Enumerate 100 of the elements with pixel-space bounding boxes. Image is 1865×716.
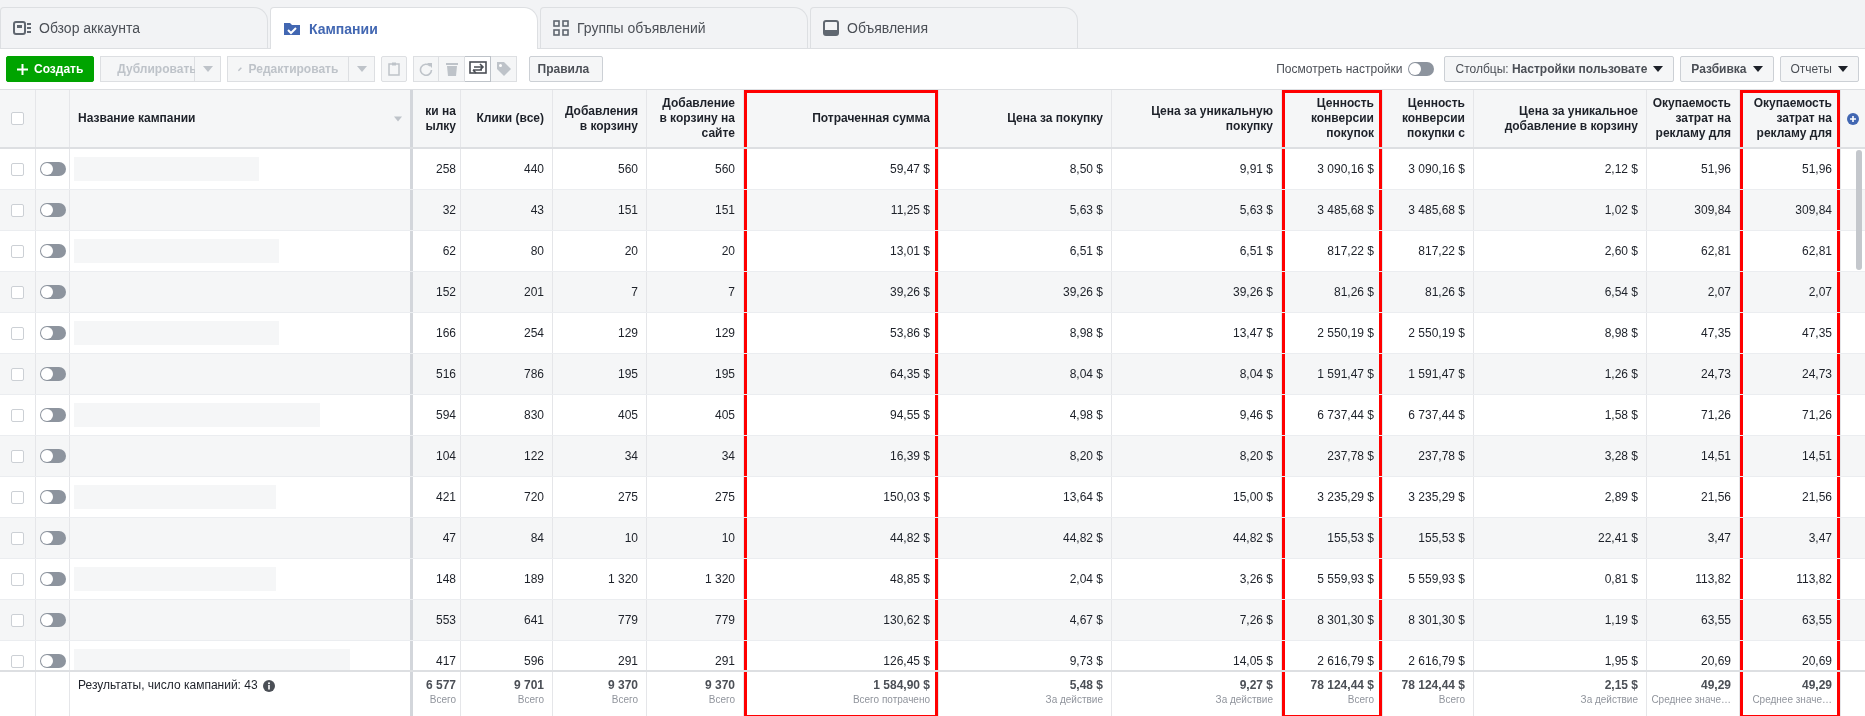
reports-dropdown[interactable]: Отчеты [1779,56,1859,82]
swap-button[interactable] [465,56,492,82]
table-cell: 560 [617,162,638,176]
column-header[interactable]: Клики (все) [461,90,553,147]
table-cell: 3,26 $ [1239,572,1273,586]
checkbox[interactable] [11,449,24,463]
checkbox[interactable] [11,203,24,217]
campaign-toggle[interactable] [39,572,66,586]
tab[interactable]: Обзор аккаунта [0,7,268,48]
table-cell: 32 [442,203,456,217]
total-label: За действие [1045,694,1103,705]
campaign-toggle[interactable] [39,326,66,340]
column-header[interactable]: Добавление в корзину на сайте [647,90,744,147]
table-cell: 14,51 [1700,449,1731,463]
checkbox[interactable] [11,285,24,299]
checkbox[interactable] [11,408,24,422]
checkbox[interactable] [11,531,24,545]
table-cell: 24,73 [1801,367,1832,381]
column-header[interactable]: Цена за уникальное добавление в корзину [1474,90,1647,147]
table-cell: 34 [721,449,735,463]
table-cell: 6,51 $ [1069,244,1103,258]
table-cell: 20 [721,244,735,258]
campaign-toggle[interactable] [39,203,66,217]
table-cell: 1 591,47 $ [1408,367,1465,381]
checkbox[interactable] [11,490,24,504]
table-cell: 6,51 $ [1239,244,1273,258]
campaign-toggle[interactable] [39,654,66,668]
checkbox[interactable] [11,244,24,258]
campaign-toggle[interactable] [39,490,66,504]
table-cell: 720 [523,490,544,504]
total-label: Всего [611,694,638,705]
column-header[interactable]: Окупаемость затрат на рекламу для [1647,90,1740,147]
column-header[interactable]: Цена за покупку [939,90,1112,147]
tab[interactable]: Кампании [270,7,538,49]
table-cell: 44,82 $ [1062,531,1103,545]
checkbox[interactable] [11,613,24,627]
rules-button[interactable]: Правила [529,56,604,82]
checkbox[interactable] [11,112,24,125]
column-header[interactable]: Ценность конверсии покупки с [1383,90,1474,147]
refresh-button[interactable] [413,56,440,82]
table-cell: 2,07 [1707,285,1731,299]
table-cell: 275 [714,490,735,504]
campaign-toggle[interactable] [39,285,66,299]
table-cell: 44,82 $ [1232,531,1273,545]
campaign-toggle[interactable] [39,408,66,422]
table-cell: 201 [523,285,544,299]
checkbox[interactable] [11,654,24,668]
table-cell: 830 [523,408,544,422]
column-header[interactable]: Добавления в корзину [553,90,647,147]
table-cell: 113,82 [1796,572,1832,586]
table-cell: 51,96 [1700,162,1731,176]
checkbox[interactable] [11,326,24,340]
table-cell: 3 235,29 $ [1408,490,1465,504]
table-cell: 405 [617,408,638,422]
table-cell: 71,26 [1801,408,1832,422]
columns-dropdown[interactable]: Столбцы: Настройки пользовате [1444,56,1675,82]
breakdown-dropdown[interactable]: Разбивка [1680,56,1774,82]
campaign-toggle[interactable] [39,531,66,545]
tab[interactable]: Объявления [810,7,1078,48]
campaign-toggle[interactable] [39,613,66,627]
table-cell: 150,03 $ [883,490,930,504]
view-settings-toggle[interactable] [1408,62,1435,76]
dropdown-button[interactable] [195,56,222,82]
table-cell: 24,73 [1700,367,1731,381]
info-icon[interactable] [262,680,275,692]
column-header[interactable]: Ценность конверсии покупок [1282,90,1383,147]
checkbox[interactable] [11,367,24,381]
table-cell: 20 [624,244,638,258]
table-cell: 258 [435,162,456,176]
column-header[interactable]: ки на ылку [413,90,461,147]
table-cell: 63,55 [1801,613,1832,627]
campaign-toggle[interactable] [39,367,66,381]
column-header[interactable]: Название кампании [70,90,413,147]
table-cell: 47 [442,531,456,545]
checkbox[interactable] [11,572,24,586]
add-column-icon[interactable] [1847,112,1859,125]
table-cell: 594 [435,408,456,422]
column-header[interactable]: Окупаемость затрат на рекламу для [1740,90,1841,147]
table-cell: 43 [530,203,544,217]
column-header[interactable]: Цена за уникальную покупку [1112,90,1282,147]
checkbox[interactable] [11,162,24,176]
tab[interactable]: Группы объявлений [540,7,808,48]
table-cell: 53,86 $ [889,326,930,340]
campaign-toggle[interactable] [39,449,66,463]
table-cell: 9,91 $ [1239,162,1273,176]
total-value: 78 124,44 $ [1310,678,1374,692]
campaign-toggle[interactable] [39,244,66,258]
table-cell: 2,12 $ [1604,162,1638,176]
table-cell: 64,35 $ [889,367,930,381]
total-value: 9 370 [607,678,638,692]
table-cell: 8,20 $ [1239,449,1273,463]
column-header[interactable]: Потраченная сумма [744,90,939,147]
total-label: Всего [429,694,456,705]
scrollbar[interactable] [1856,150,1862,270]
table-cell: 62,81 [1700,244,1731,258]
clipboard-button[interactable] [381,56,408,82]
refresh-icon [419,62,434,76]
campaign-toggle[interactable] [39,162,66,176]
dropdown-button[interactable] [349,56,376,82]
table-cell: 553 [435,613,456,627]
